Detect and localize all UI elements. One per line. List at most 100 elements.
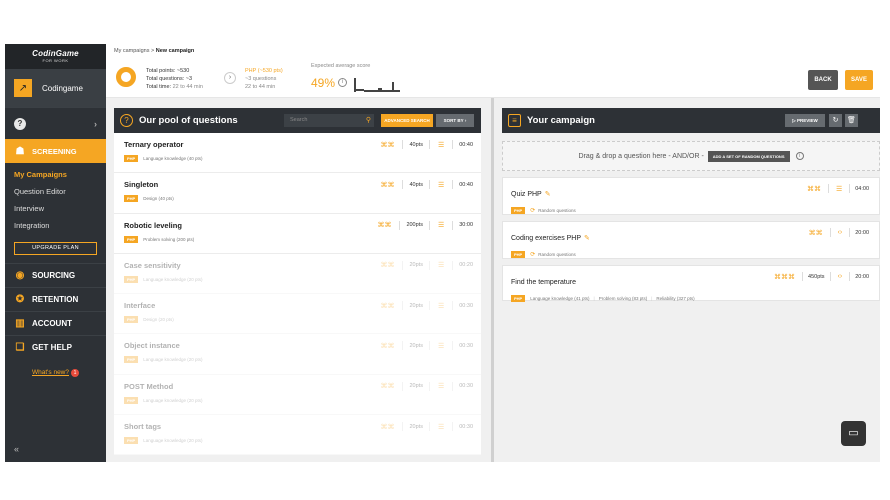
total-time: Total time: 22 to 44 min bbox=[146, 83, 203, 91]
question-row[interactable]: Singleton PHP Design (40 pts) ⌘⌘ 40pts ☰ 00:40 bbox=[114, 173, 481, 214]
nav-question-editor[interactable]: Question Editor bbox=[5, 183, 106, 200]
sort-by-button[interactable]: SORT BY › bbox=[436, 114, 474, 127]
building-icon: ▥ bbox=[15, 318, 25, 329]
question-points: 20pts bbox=[409, 302, 423, 309]
list-icon: ☰ bbox=[437, 222, 445, 230]
question-category: Design (20 pts) bbox=[143, 317, 174, 323]
expected-score-value: 49% bbox=[311, 76, 336, 90]
search-icon[interactable]: ⚲ bbox=[366, 114, 371, 127]
question-row[interactable]: Interface PHP Design (20 pts) ⌘⌘ 20pts ☰ 00:30 bbox=[114, 294, 481, 335]
difficulty-icon: ⌘⌘ bbox=[380, 141, 395, 149]
difficulty-icon: ⌘⌘ bbox=[806, 185, 821, 193]
total-time-value: 22 to 44 min bbox=[172, 84, 203, 90]
question-row[interactable]: Case sensitivity PHP Language knowledge (2… bbox=[114, 254, 481, 295]
trash-icon[interactable]: 🗑 bbox=[845, 114, 858, 127]
php-points: PHP (~530 pts) bbox=[245, 68, 283, 74]
pool-search-input[interactable]: Search ⚲ bbox=[284, 114, 374, 127]
chat-icon[interactable]: ▭ bbox=[841, 421, 866, 446]
help-toggle[interactable]: ? › bbox=[5, 107, 106, 139]
sort-by-label: SORT BY bbox=[443, 118, 464, 123]
nav-get-help[interactable]: ❏ GET HELP bbox=[5, 335, 106, 359]
nav-account[interactable]: ▥ ACCOUNT bbox=[5, 311, 106, 335]
logo-subtext: FOR WORK bbox=[42, 58, 69, 63]
detail-problem: Problem solving (83 pts) bbox=[598, 296, 648, 301]
language-tag: PHP bbox=[124, 235, 139, 243]
question-category: Problem solving (200 pts) bbox=[143, 236, 195, 242]
pencil-icon[interactable]: ✎ bbox=[545, 191, 551, 198]
question-points: 20pts bbox=[409, 342, 423, 349]
language-tag: PHP bbox=[511, 207, 526, 214]
nav-get-help-label: GET HELP bbox=[32, 343, 73, 352]
question-time: 00:30 bbox=[459, 342, 473, 349]
collapse-sidebar-icon[interactable]: « bbox=[14, 444, 19, 454]
language-stats: PHP (~530 pts) ~3 questions 22 to 44 min bbox=[245, 67, 283, 91]
campaign-panel: ≡ Your campaign ▷ PREVIEW ↻ 🗑 Drag & dro… bbox=[502, 108, 880, 462]
question-points: 20pts bbox=[409, 262, 423, 269]
campaign-title: Your campaign bbox=[527, 115, 595, 126]
list-icon: ☰ bbox=[437, 302, 445, 310]
add-random-questions-button[interactable]: ADD A SET OF RANDOM QUESTIONS bbox=[707, 150, 790, 162]
question-mark-icon: ? bbox=[14, 117, 26, 130]
campaign-icon: ≡ bbox=[508, 114, 521, 127]
preview-button[interactable]: ▷ PREVIEW bbox=[785, 114, 825, 127]
screening-icon: ☗ bbox=[15, 145, 25, 157]
campaign-header: My campaigns > New campaign Total points… bbox=[106, 44, 880, 98]
stats-expand-button[interactable]: › bbox=[224, 72, 236, 84]
difficulty-icon: ⌘⌘ bbox=[380, 423, 395, 431]
campaign-item-quiz-php[interactable]: Quiz PHP ✎ PHP ⟳ Random questions ⌘⌘ ☰ 04:00 bbox=[502, 177, 880, 215]
question-category: Language knowledge (20 pts) bbox=[143, 357, 203, 363]
upgrade-plan-button[interactable]: UPGRADE PLAN bbox=[14, 242, 97, 255]
detail-language: Language knowledge (41 pts) bbox=[530, 296, 590, 301]
question-row[interactable]: POST Method PHP Language knowledge (20 pts… bbox=[114, 375, 481, 416]
app-window: CodinGame FOR WORK ↗ Codingame ? › ☗ SCR… bbox=[5, 44, 880, 462]
question-icon: ? bbox=[120, 114, 133, 127]
question-time: 00:30 bbox=[459, 423, 473, 430]
question-row[interactable]: Ternary operator PHP Language knowledge (4… bbox=[114, 133, 481, 174]
back-button[interactable]: BACK bbox=[808, 70, 838, 90]
nav-integration[interactable]: Integration bbox=[5, 217, 106, 234]
panel-divider[interactable] bbox=[491, 98, 494, 462]
question-row[interactable]: Short tags PHP Language knowledge (20 pts)… bbox=[114, 415, 481, 456]
logo-text: CodinGame bbox=[32, 49, 79, 58]
nav-interview[interactable]: Interview bbox=[5, 200, 106, 217]
logo[interactable]: CodinGame FOR WORK bbox=[5, 44, 106, 69]
nav-sourcing-label: SOURCING bbox=[32, 271, 76, 280]
question-dropzone[interactable]: Drag & drop a question here - AND/OR - A… bbox=[502, 141, 880, 171]
pencil-icon[interactable]: ✎ bbox=[584, 235, 590, 242]
save-button[interactable]: SAVE bbox=[845, 70, 873, 90]
nav-screening[interactable]: ☗ SCREENING bbox=[5, 139, 106, 163]
campaign-item-find-temperature[interactable]: Find the temperature PHP Language knowled… bbox=[502, 265, 880, 302]
expected-score-label: Expected average score bbox=[311, 63, 371, 69]
difficulty-icon: ⌘⌘ bbox=[380, 342, 395, 350]
question-category: Language knowledge (40 pts) bbox=[143, 156, 203, 161]
campaign-item-coding-exercises[interactable]: Coding exercises PHP ✎ PHP ⟳ Random questio… bbox=[502, 221, 880, 259]
info-icon[interactable]: i bbox=[338, 78, 347, 87]
question-points: 20pts bbox=[409, 423, 423, 430]
code-icon: ‹› bbox=[837, 229, 843, 236]
question-row[interactable]: Object instance PHP Language knowledge (20… bbox=[114, 334, 481, 375]
total-questions: Total questions: ~3 bbox=[146, 76, 193, 82]
nav-sourcing[interactable]: ◉ SOURCING bbox=[5, 263, 106, 287]
total-points: Total points: ~530 bbox=[146, 68, 190, 74]
chevron-right-icon: › bbox=[94, 118, 97, 129]
question-time: 00:30 bbox=[459, 383, 473, 390]
language-tag: PHP bbox=[124, 356, 139, 364]
account-switcher[interactable]: ↗ Codingame bbox=[5, 69, 106, 107]
refresh-icon[interactable]: ↻ bbox=[829, 114, 842, 127]
random-icon: ⟳ bbox=[530, 208, 536, 214]
breadcrumb-current: New campaign bbox=[155, 48, 195, 54]
campaign-item-title: Quiz PHP bbox=[511, 191, 542, 198]
advanced-search-button[interactable]: ADVANCED SEARCH bbox=[381, 114, 433, 127]
language-tag: PHP bbox=[124, 155, 139, 162]
nav-my-campaigns[interactable]: My Campaigns bbox=[5, 166, 106, 183]
breadcrumb-my-campaigns[interactable]: My campaigns bbox=[114, 48, 149, 54]
difficulty-icon: ⌘⌘ bbox=[380, 262, 395, 270]
breadcrumb: My campaigns > New campaign bbox=[114, 48, 194, 54]
whats-new-link[interactable]: What's new? 1 bbox=[5, 369, 106, 377]
language-tag: PHP bbox=[124, 396, 139, 404]
question-row[interactable]: Robotic leveling PHP Problem solving (200 … bbox=[114, 214, 481, 254]
difficulty-icon: ⌘⌘⌘ bbox=[774, 273, 796, 281]
list-icon: ☰ bbox=[437, 141, 445, 149]
nav-retention[interactable]: ✪ RETENTION bbox=[5, 287, 106, 311]
info-icon[interactable]: i bbox=[795, 152, 804, 160]
